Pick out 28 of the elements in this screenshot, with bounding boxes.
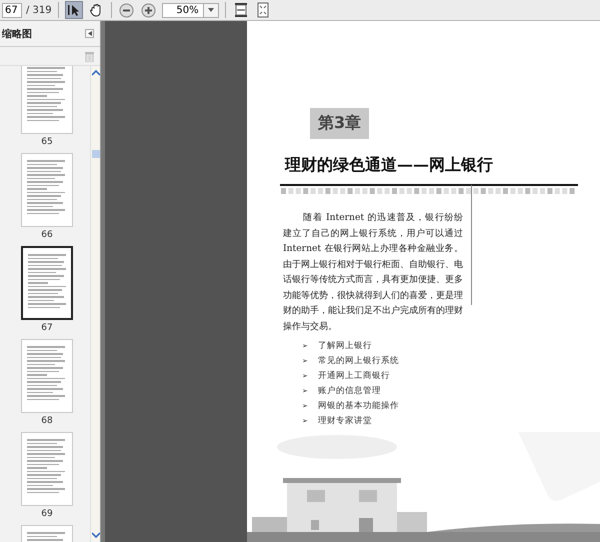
topic-item: 了解网上银行: [318, 340, 372, 352]
chapter-title: 理财的绿色通道——网上银行: [285, 155, 494, 176]
caret-icon: [208, 8, 214, 12]
topic-item: 账户的信息管理: [318, 385, 381, 397]
zoom-in-button[interactable]: [140, 1, 158, 19]
zoom-field[interactable]: 50%: [162, 2, 204, 18]
page-number-label: 69: [41, 509, 53, 519]
scroll-up-icon[interactable]: [92, 70, 100, 76]
page-thumbnail[interactable]: [21, 246, 73, 320]
topic-item: 网银的基本功能操作: [318, 400, 399, 412]
collapse-button[interactable]: [85, 29, 94, 38]
page-count: / 319: [26, 4, 52, 16]
scroll-down-icon[interactable]: [92, 532, 100, 538]
page-number-field[interactable]: 67: [2, 2, 22, 18]
page-number-label: 66: [41, 230, 53, 240]
select-tool-button[interactable]: [64, 1, 83, 19]
zoom-dropdown-button[interactable]: [204, 2, 219, 18]
topic-item: 理财专家讲堂: [318, 415, 372, 427]
page-number-label: 67: [41, 323, 53, 333]
topic-item: 开通网上工商银行: [318, 370, 390, 382]
zoom-out-button[interactable]: [118, 1, 136, 19]
page-number-label: 65: [41, 137, 53, 147]
chapter-heading: 第3章: [310, 108, 370, 139]
page-number-label: 68: [41, 416, 53, 426]
scroll-thumb[interactable]: [92, 150, 100, 158]
intro-paragraph: 随着 Internet 的迅速普及，银行纷纷建立了自己的网上银行系统，用户可以通过 Internet 在银行网站上办理各种金融业务。由于网上银行相对于银行柜面、自助银行、电话银行等传统方式而言，具有更加便捷、更多功能等优势，很快就得到人们的喜爱，更是理财的助手，能让我们足不出户完成所有的理财操作与交易。: [283, 211, 463, 334]
topic-item: 常见的网上银行系统: [318, 355, 399, 367]
panel-title: 缩略图: [2, 28, 32, 40]
